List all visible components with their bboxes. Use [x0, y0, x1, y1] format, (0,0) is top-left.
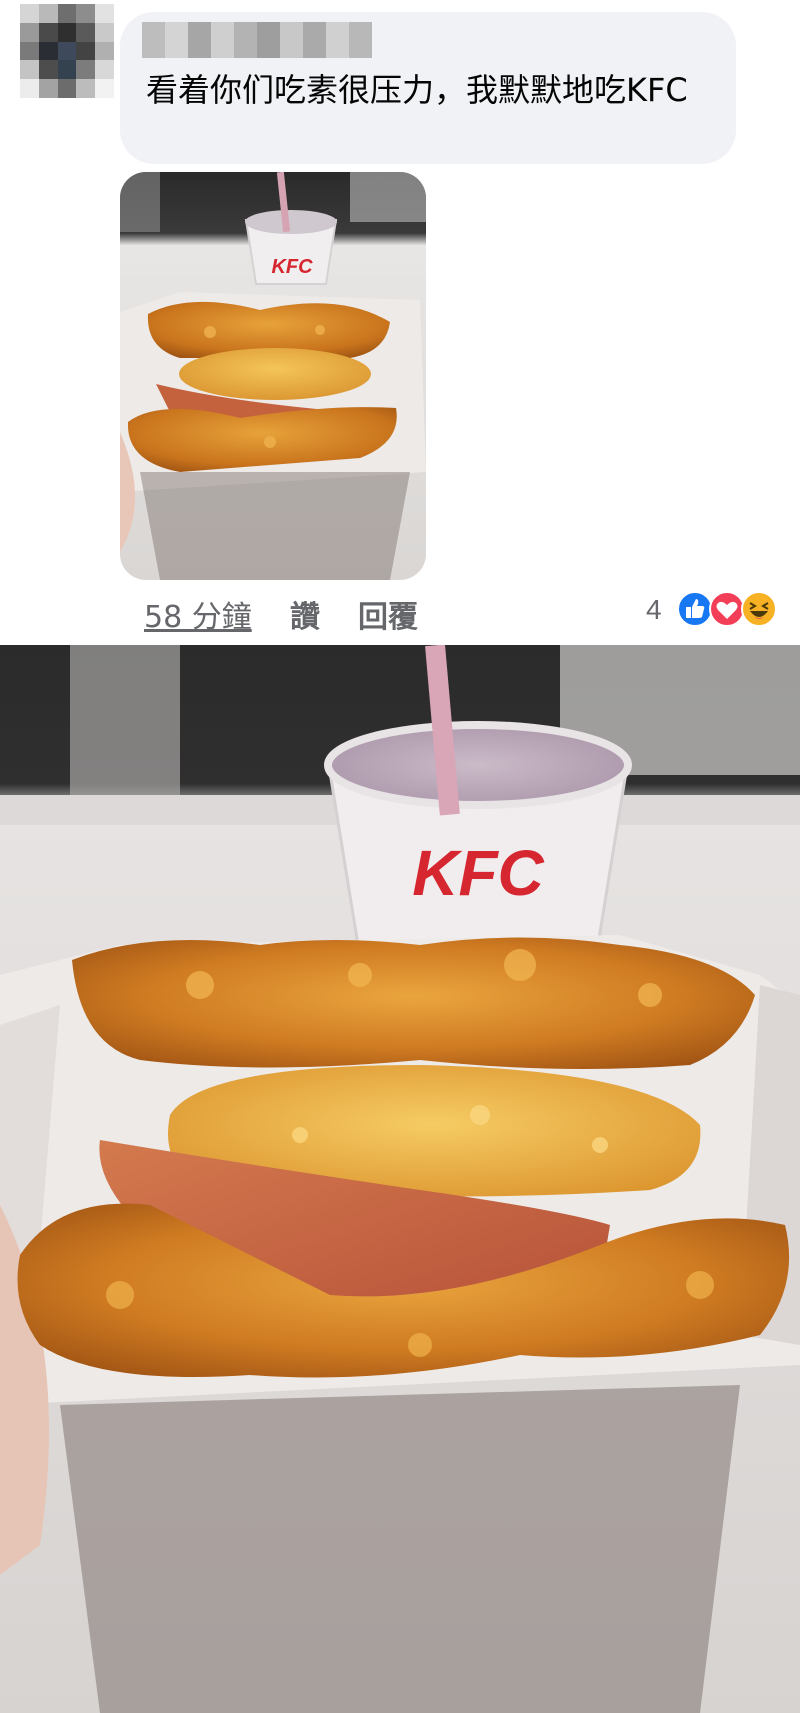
comment-bubble: 看着你们吃素很压力，我默默地吃KFC: [120, 12, 736, 164]
reply-button[interactable]: 回覆: [358, 592, 418, 636]
reactions-summary[interactable]: 4: [646, 586, 796, 636]
author-name-redacted[interactable]: [142, 22, 372, 58]
comment-text: 看着你们吃素很压力，我默默地吃KFC: [146, 71, 688, 109]
comment-actions: 58 分鐘 讚 回覆 4: [0, 586, 800, 636]
comment-section: 看着你们吃素很压力，我默默地吃KFC KFC 58 分鐘 讚 回覆 4: [0, 0, 800, 644]
large-photo-kfc-logo: KFC: [412, 837, 544, 909]
comment-timestamp[interactable]: 58 分鐘: [144, 592, 252, 636]
haha-icon: [740, 590, 778, 628]
reaction-count: 4: [646, 594, 662, 625]
comment-photo-kfc-logo: KFC: [271, 256, 313, 278]
avatar[interactable]: [20, 4, 114, 98]
full-size-photo[interactable]: KFC: [0, 645, 800, 1713]
comment-photo[interactable]: KFC: [120, 172, 426, 580]
like-button[interactable]: 讚: [290, 592, 320, 636]
